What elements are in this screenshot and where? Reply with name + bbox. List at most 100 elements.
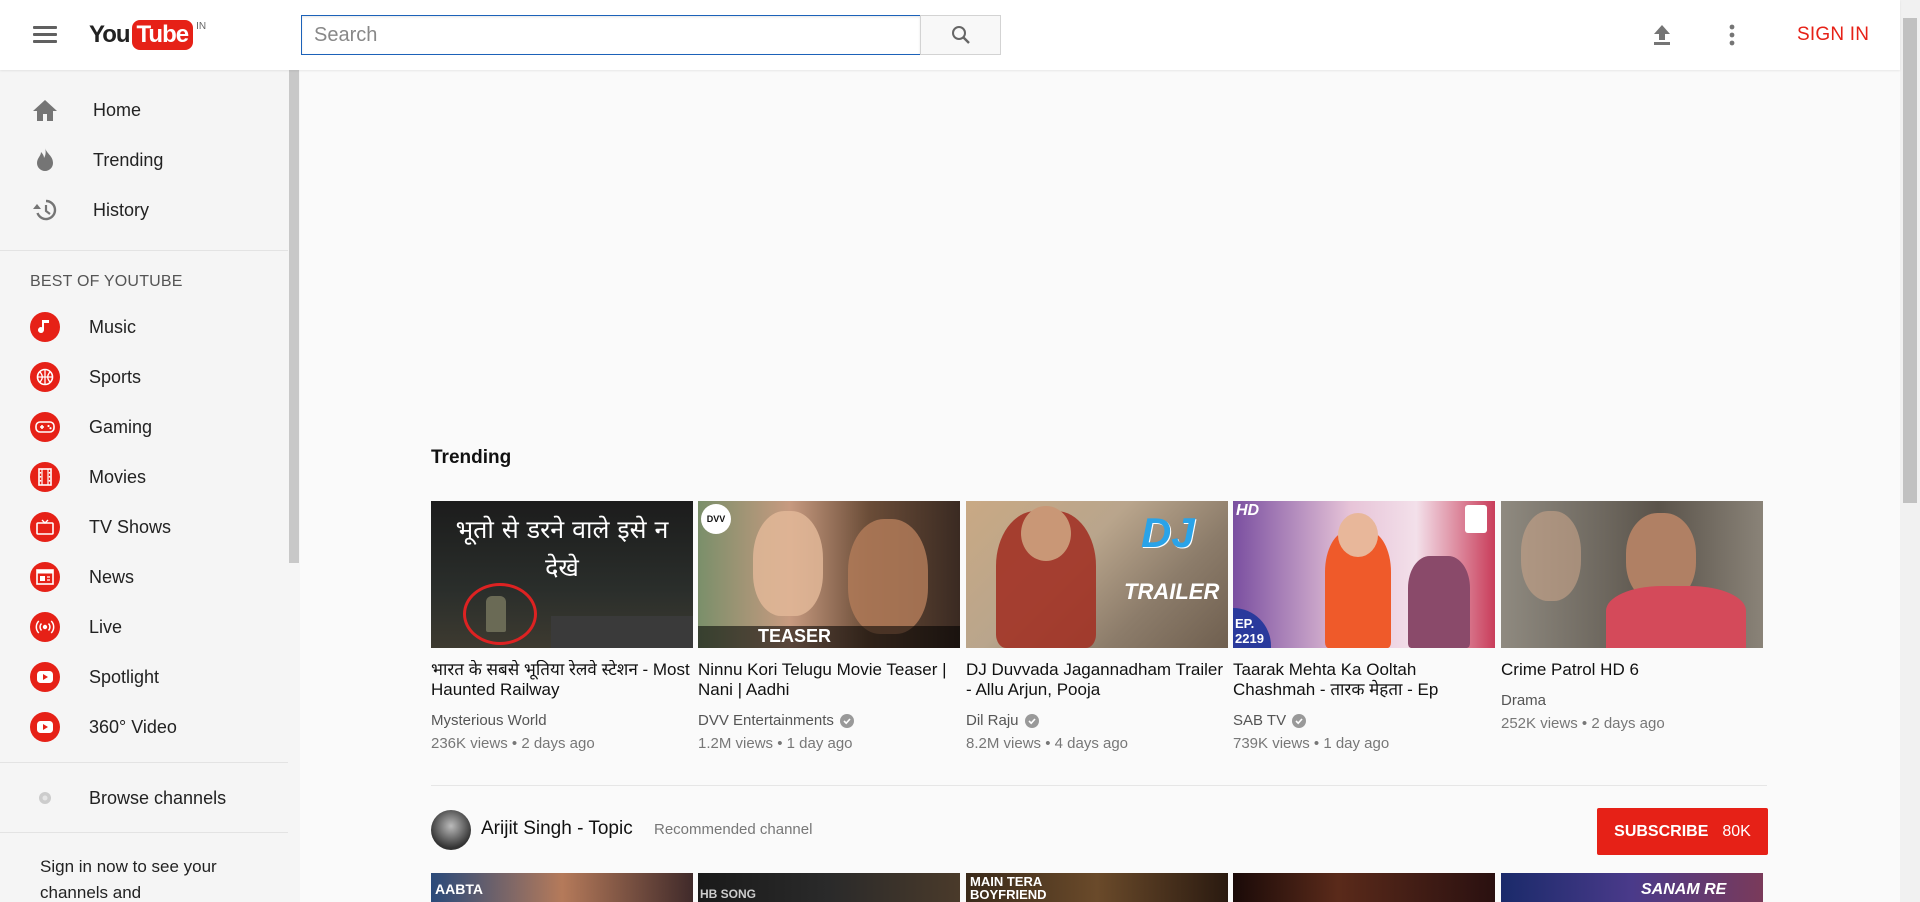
- history-icon: [30, 195, 60, 225]
- video-title[interactable]: Ninnu Kori Telugu Movie Teaser | Nani | …: [698, 660, 960, 700]
- trending-section-title[interactable]: Trending: [431, 447, 511, 469]
- sidebar-item-trending[interactable]: Trending: [0, 135, 288, 185]
- sidebar-item-home[interactable]: Home: [0, 85, 288, 135]
- sidebar-divider: [0, 250, 288, 251]
- view-count: 1.2M views: [698, 735, 774, 752]
- youtube-logo[interactable]: You Tube IN: [89, 18, 206, 52]
- sidebar-item-live[interactable]: Live: [0, 602, 288, 652]
- page-scrollbar[interactable]: [1900, 0, 1920, 902]
- video-meta: 8.2M views • 4 days ago: [966, 735, 1129, 752]
- sidebar-item-sports[interactable]: Sports: [0, 352, 288, 402]
- upload-button[interactable]: [1647, 20, 1677, 50]
- video-card[interactable]: Crime Patrol HD 6 Drama 252K views • 2 d…: [1501, 501, 1763, 732]
- video-title[interactable]: DJ Duvvada Jagannadham Trailer - Allu Ar…: [966, 660, 1228, 700]
- sidebar-item-gaming[interactable]: Gaming: [0, 402, 288, 452]
- channel-name[interactable]: DVV Entertainments: [698, 712, 834, 729]
- sidebar-item-label: TV Shows: [89, 516, 172, 537]
- subscribe-button[interactable]: SUBSCRIBE 80K: [1597, 808, 1768, 855]
- video-channel[interactable]: SAB TV: [1233, 712, 1495, 729]
- verified-icon: [1292, 713, 1307, 728]
- video-meta: 1.2M views • 1 day ago: [698, 735, 853, 752]
- gamepad-icon: [30, 412, 60, 442]
- logo-country-code: IN: [196, 21, 207, 32]
- video-thumbnail[interactable]: भूतो से डरने वाले इसे न देखे: [431, 501, 693, 648]
- sidebar-item-360-video[interactable]: 360° Video: [0, 702, 288, 752]
- video-channel[interactable]: Mysterious World: [431, 712, 693, 729]
- upload-age: 1 day ago: [786, 735, 853, 752]
- video-thumbnail[interactable]: DVV TEASER: [698, 501, 960, 648]
- video-card[interactable]: HD EP. 2219 Taarak Mehta Ka Ooltah Chash…: [1233, 501, 1495, 752]
- subscribe-label: SUBSCRIBE: [1614, 822, 1709, 840]
- video-card[interactable]: भूतो से डरने वाले इसे न देखे भारत के सबस…: [431, 501, 693, 752]
- best-of-youtube-heading: BEST OF YOUTUBE: [30, 273, 183, 290]
- view-count: 236K views: [431, 735, 508, 752]
- search-button[interactable]: [920, 15, 1001, 55]
- sidebar-scrollbar[interactable]: [289, 70, 299, 563]
- thumbnail-caption: AABTA: [435, 881, 483, 897]
- channel-avatar[interactable]: [431, 810, 471, 850]
- settings-menu-button[interactable]: [1717, 20, 1747, 50]
- thumbnail-caption: HB SONG: [700, 887, 757, 901]
- thumbnail-caption: SANAM RE: [1641, 881, 1727, 898]
- video-channel[interactable]: Drama: [1501, 692, 1763, 709]
- sidebar-item-label: Spotlight: [89, 666, 160, 687]
- upload-age: 2 days ago: [1591, 715, 1665, 732]
- video-meta: 236K views • 2 days ago: [431, 735, 595, 752]
- more-vert-icon: [1729, 24, 1735, 46]
- sign-in-button[interactable]: SIGN IN: [1797, 24, 1869, 46]
- sidebar-item-browse-channels[interactable]: Browse channels: [0, 773, 288, 823]
- video-title[interactable]: Taarak Mehta Ka Ooltah Chashmah - तारक म…: [1233, 660, 1495, 700]
- recommended-channel-label: Recommended channel: [654, 821, 813, 838]
- guide-sidebar: Home Trending History BEST OF YOUTUBE Mu…: [0, 70, 300, 902]
- video-channel[interactable]: Dil Raju: [966, 712, 1228, 729]
- video-thumbnail[interactable]: MAIN TERA BOYFRIEND: [966, 873, 1228, 902]
- video-thumbnail[interactable]: [1233, 873, 1495, 902]
- video-thumbnail[interactable]: DJ TRAILER: [966, 501, 1228, 648]
- channel-name[interactable]: Drama: [1501, 692, 1546, 709]
- video-channel[interactable]: DVV Entertainments: [698, 712, 960, 729]
- thumbnail-caption: भूतो से डरने वाले इसे न देखे: [455, 515, 669, 582]
- upload-icon: [1654, 25, 1670, 45]
- guide-menu-button[interactable]: [28, 23, 62, 47]
- video-thumbnail[interactable]: HD EP. 2219: [1233, 501, 1495, 648]
- thumbnail-badge: HD: [1236, 502, 1260, 519]
- sidebar-item-label: Live: [89, 616, 123, 637]
- sidebar-item-label: 360° Video: [89, 716, 177, 737]
- upload-age: 2 days ago: [521, 735, 595, 752]
- thumbnail-badge: DVV: [701, 504, 731, 534]
- video-card[interactable]: DVV TEASER Ninnu Kori Telugu Movie Tease…: [698, 501, 960, 752]
- sidebar-item-history[interactable]: History: [0, 185, 288, 235]
- channel-name[interactable]: Dil Raju: [966, 712, 1019, 729]
- film-icon: [30, 462, 60, 492]
- sidebar-item-label: History: [93, 199, 150, 220]
- sidebar-item-spotlight[interactable]: Spotlight: [0, 652, 288, 702]
- view-count: 8.2M views: [966, 735, 1042, 752]
- sidebar-item-movies[interactable]: Movies: [0, 452, 288, 502]
- video-title[interactable]: भारत के सबसे भूतिया रेलवे स्टेशन - Most …: [431, 660, 693, 700]
- verified-icon: [839, 713, 854, 728]
- page-scrollbar-thumb[interactable]: [1903, 18, 1917, 503]
- channel-name[interactable]: SAB TV: [1233, 712, 1286, 729]
- recommended-channel-name[interactable]: Arijit Singh - Topic: [481, 818, 633, 840]
- sports-icon: [30, 362, 60, 392]
- sidebar-divider: [0, 832, 288, 833]
- sidebar-item-music[interactable]: Music: [0, 302, 288, 352]
- logo-you-text: You: [89, 21, 131, 48]
- video-thumbnail[interactable]: SANAM RE: [1501, 873, 1763, 902]
- sidebar-item-tv-shows[interactable]: TV Shows: [0, 502, 288, 552]
- sidebar-item-news[interactable]: News: [0, 552, 288, 602]
- sidebar-item-label: Gaming: [89, 416, 153, 437]
- sidebar-signin-message: Sign in now to see your channels and: [40, 857, 217, 902]
- search-input[interactable]: [301, 15, 920, 55]
- news-icon: [30, 562, 60, 592]
- video-thumbnail[interactable]: HB SONG: [698, 873, 960, 902]
- video-thumbnail[interactable]: AABTA: [431, 873, 693, 902]
- channel-name[interactable]: Mysterious World: [431, 712, 547, 729]
- spotlight-icon: [30, 662, 60, 692]
- video-thumbnail[interactable]: [1501, 501, 1763, 648]
- thumbnail-caption: TRAILER: [1124, 579, 1220, 604]
- video-meta: 739K views • 1 day ago: [1233, 735, 1390, 752]
- section-divider: [431, 785, 1767, 786]
- thumbnail-caption: EP. 2219: [1235, 616, 1264, 646]
- video-card[interactable]: DJ TRAILER DJ Duvvada Jagannadham Traile…: [966, 501, 1228, 752]
